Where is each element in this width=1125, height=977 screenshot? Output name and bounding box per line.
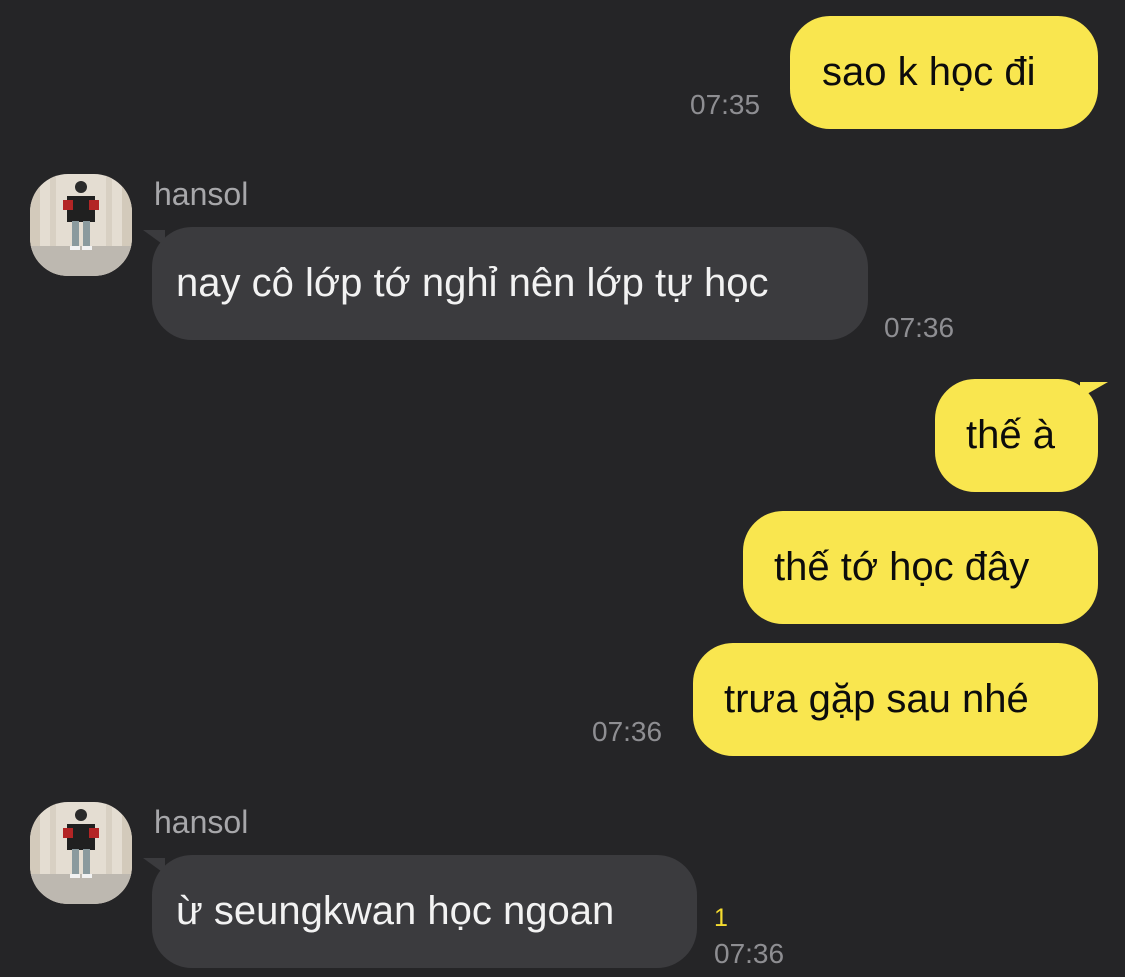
message-bubble-received[interactable]: ừ seungkwan học ngoan [152, 855, 697, 968]
sender-name: hansol [154, 804, 249, 840]
message-bubble-sent[interactable]: thế à [935, 379, 1098, 492]
unread-count-badge: 1 [714, 904, 728, 932]
message-bubble-sent[interactable]: thế tớ học đây [743, 511, 1098, 624]
message-timestamp: 07:36 [714, 938, 785, 969]
message-timestamp: 07:35 [690, 89, 761, 120]
profile-photo-icon [30, 174, 132, 276]
avatar[interactable] [30, 174, 132, 276]
avatar[interactable] [30, 802, 132, 904]
message-bubble-received[interactable]: nay cô lớp tớ nghỉ nên lớp tự học [152, 227, 868, 340]
message-bubble-sent[interactable]: sao k học đi [790, 16, 1098, 129]
sender-name: hansol [154, 176, 249, 212]
message-timestamp: 07:36 [592, 716, 663, 747]
profile-photo-icon [30, 802, 132, 904]
message-bubble-sent[interactable]: trưa gặp sau nhé [693, 643, 1098, 756]
message-timestamp: 07:36 [884, 312, 955, 343]
